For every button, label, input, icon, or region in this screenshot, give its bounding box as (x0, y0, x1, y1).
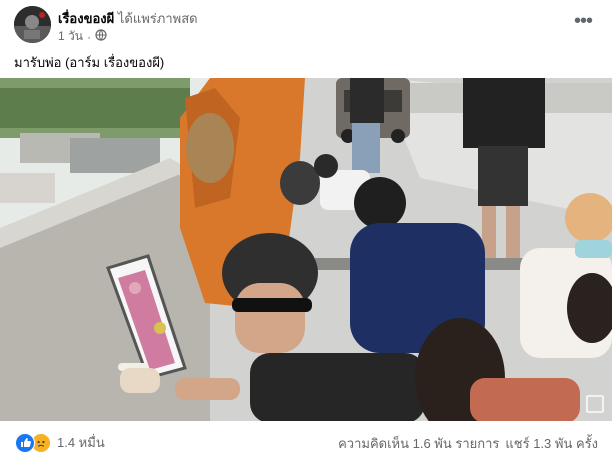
globe-icon (95, 29, 107, 44)
post-action-text: ได้แพร่ภาพสด (117, 11, 198, 26)
more-horizontal-icon: ••• (573, 10, 593, 32)
post-caption: มารับพ่อ (อาร์ม เรื่องของผี) (14, 55, 165, 70)
like-icon (15, 432, 35, 453)
live-video-player[interactable] (0, 78, 612, 421)
more-options-button[interactable]: ••• (573, 10, 593, 33)
post-meta: 1 วัน · (58, 27, 107, 46)
page-name-line: เรื่องของผี ได้แพร่ภาพสด (58, 8, 198, 29)
post-footer: 1.4 หมื่น ความคิดเห็น 1.6 พัน รายการ แชร… (0, 421, 612, 461)
post-timestamp[interactable]: 1 วัน (58, 27, 83, 46)
reactions-summary[interactable]: 1.4 หมื่น (15, 432, 105, 453)
engagement-stats: ความคิดเห็น 1.6 พัน รายการ แชร์ 1.3 พัน … (338, 433, 598, 454)
page-name[interactable]: เรื่องของผี (58, 11, 114, 26)
facebook-post: เรื่องของผี ได้แพร่ภาพสด 1 วัน · ••• มาร… (0, 0, 612, 461)
reaction-count: 1.4 หมื่น (57, 435, 105, 450)
comments-count-link[interactable]: ความคิดเห็น 1.6 พัน รายการ (338, 433, 499, 454)
post-header: เรื่องของผี ได้แพร่ภาพสด 1 วัน · ••• (0, 0, 612, 48)
video-frame (0, 78, 612, 421)
page-avatar[interactable] (14, 6, 51, 43)
shares-count-link[interactable]: แชร์ 1.3 พัน ครั้ง (505, 433, 598, 454)
